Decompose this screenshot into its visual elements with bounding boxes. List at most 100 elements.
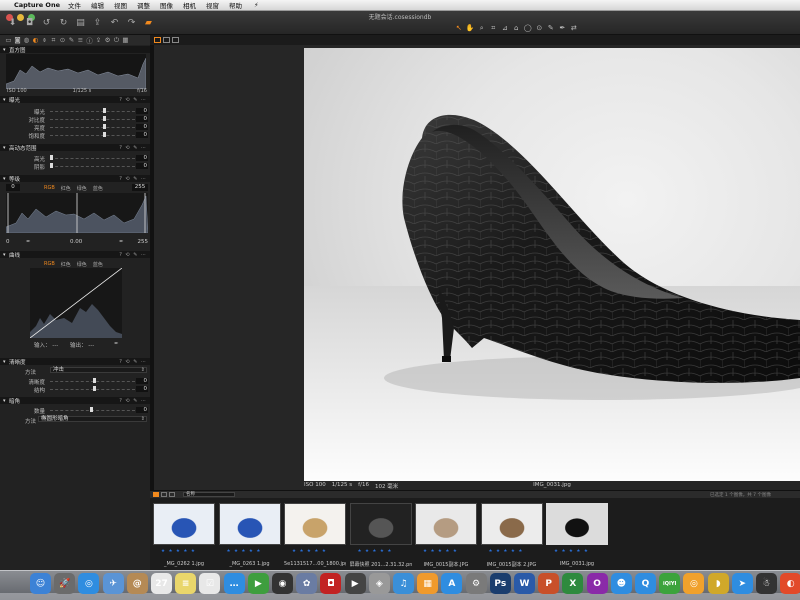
rating-stars[interactable]: ★ ★ ★ ★ ★ bbox=[423, 549, 458, 554]
word-icon[interactable]: W bbox=[514, 573, 535, 594]
ibooks-icon[interactable]: ▦ bbox=[417, 573, 439, 594]
browser-grid-icon[interactable] bbox=[153, 492, 159, 497]
slider-value[interactable]: 0 bbox=[136, 163, 148, 169]
safari-icon[interactable]: ◎ bbox=[78, 573, 100, 594]
curve-picker-icon[interactable]: ✒ bbox=[114, 341, 119, 347]
videoplayer-icon[interactable]: ▶ bbox=[344, 573, 366, 594]
thumbnail-image[interactable] bbox=[153, 503, 215, 545]
penguin-icon[interactable]: ☃ bbox=[756, 573, 777, 594]
appstore-icon[interactable]: A bbox=[441, 573, 463, 594]
rating-stars[interactable]: ★ ★ ★ ★ ★ bbox=[554, 549, 589, 554]
powerpoint-icon[interactable]: P bbox=[538, 573, 560, 594]
slider-knob[interactable] bbox=[90, 407, 93, 412]
thumbnail[interactable]: ★ ★ ★ ★ ★ _MG_0262 1.jpg bbox=[153, 503, 215, 567]
wb-picker-icon[interactable]: ✒ bbox=[557, 24, 569, 33]
import-folder-icon[interactable]: ▤ bbox=[72, 18, 89, 28]
hdr-slider-0[interactable]: 高光 0 bbox=[8, 155, 148, 163]
exposure-slider-3[interactable]: 饱和度 0 bbox=[8, 132, 148, 140]
slider-value[interactable]: 0 bbox=[136, 378, 148, 384]
slider-knob[interactable] bbox=[50, 155, 53, 160]
contacts-icon[interactable]: @ bbox=[126, 573, 148, 594]
rating-stars[interactable]: ★ ★ ★ ★ ★ bbox=[227, 549, 262, 554]
slider-value[interactable]: 0 bbox=[136, 155, 148, 161]
curve-tab-green[interactable]: 绿色 bbox=[77, 261, 87, 268]
keystone-icon[interactable]: ⌂ bbox=[511, 24, 523, 33]
rotate-right-icon[interactable]: ↻ bbox=[55, 18, 72, 28]
custom-tab-icon[interactable]: ▦ bbox=[121, 36, 130, 44]
levels-tab-rgb[interactable]: RGB bbox=[44, 185, 55, 192]
exposure-slider-1[interactable]: 对比度 0 bbox=[8, 116, 148, 124]
clarity-header[interactable]: ▾ 清晰度? ⟲ ✎ ⋯ bbox=[0, 358, 150, 366]
vignette-amount-value[interactable]: 0 bbox=[136, 407, 148, 413]
lens-tab-icon[interactable]: ⌽ bbox=[40, 36, 49, 45]
slider-knob[interactable] bbox=[102, 116, 106, 121]
metadata-tab-icon[interactable]: ⓘ bbox=[85, 35, 94, 45]
single-view-icon[interactable] bbox=[172, 37, 179, 43]
levels-tab-blue[interactable]: 蓝色 bbox=[93, 185, 103, 192]
vignette-method-select[interactable]: 椭圆形暗角 bbox=[38, 416, 147, 422]
slider-knob[interactable] bbox=[102, 124, 106, 129]
slider-value[interactable]: 0 bbox=[136, 124, 148, 130]
levels-tab-red[interactable]: 红色 bbox=[61, 185, 71, 192]
sort-select[interactable]: 名称 bbox=[183, 492, 235, 497]
composition-tab-icon[interactable]: ⌗ bbox=[49, 36, 58, 45]
crop-icon[interactable]: ⌗ bbox=[488, 24, 500, 33]
excel-icon[interactable]: X bbox=[562, 573, 584, 594]
bird-icon[interactable]: ◗ bbox=[707, 573, 729, 594]
photobooth-icon[interactable]: ◉ bbox=[272, 573, 293, 594]
levels-white-picker-icon[interactable]: ✒ bbox=[119, 239, 124, 245]
batch-tab-icon[interactable]: ⚙ bbox=[103, 36, 112, 44]
thumbnail-image[interactable] bbox=[415, 503, 477, 545]
slider-knob[interactable] bbox=[102, 108, 106, 113]
slider-knob[interactable] bbox=[92, 378, 96, 383]
exposure-tab-icon[interactable]: ◐ bbox=[31, 36, 40, 44]
thumbnail[interactable]: ★ ★ ★ ★ ★ IMG_0015副本.JPG bbox=[415, 503, 477, 568]
levels-right-input[interactable]: 255 bbox=[132, 184, 148, 191]
rating-stars[interactable]: ★ ★ ★ ★ ★ bbox=[358, 549, 393, 554]
systemprefs-icon[interactable]: ⚙ bbox=[465, 573, 487, 594]
pan-icon[interactable]: ✋ bbox=[465, 24, 477, 33]
curve-graph[interactable] bbox=[30, 268, 122, 338]
curve-header[interactable]: ▾ 曲线? ⟲ ✎ ⋯ bbox=[0, 251, 150, 259]
slider-value[interactable]: 0 bbox=[136, 116, 148, 122]
slider-value[interactable]: 0 bbox=[136, 108, 148, 114]
clarity-slider-1[interactable]: 结构 0 bbox=[8, 386, 148, 394]
import-icon[interactable]: ⬇ bbox=[4, 18, 21, 28]
hdr-slider-1[interactable]: 阴影 0 bbox=[8, 163, 148, 171]
slider-knob[interactable] bbox=[102, 132, 106, 137]
spot-icon[interactable]: ⊙ bbox=[534, 24, 546, 33]
thumbnail-image[interactable] bbox=[349, 503, 412, 545]
thumbnail[interactable]: ★ ★ ★ ★ ★ IMG_0031.jpg bbox=[546, 503, 608, 567]
exposure-header[interactable]: ▾ 曝光? ⟲ ✎ ⋯ bbox=[0, 96, 150, 104]
status-bolt-icon[interactable]: ⚡ bbox=[254, 1, 259, 9]
levels-mid-value[interactable]: 0.00 bbox=[70, 239, 82, 245]
hdr-header[interactable]: ▾ 高动态范围? ⟲ ✎ ⋯ bbox=[0, 144, 150, 152]
send-icon[interactable]: ➤ bbox=[731, 573, 753, 594]
photos-icon[interactable]: ✿ bbox=[296, 573, 318, 594]
rotate-left-icon[interactable]: ↺ bbox=[38, 18, 55, 28]
captureone-icon[interactable]: ◘ bbox=[320, 573, 342, 594]
slider-knob[interactable] bbox=[50, 163, 53, 168]
player-icon[interactable]: ◎ bbox=[683, 573, 705, 594]
vignette-header[interactable]: ▾ 暗角? ⟲ ✎ ⋯ bbox=[0, 397, 150, 405]
mail-icon[interactable]: ✈ bbox=[102, 573, 124, 594]
browser-icon[interactable]: ◐ bbox=[780, 573, 800, 594]
local-tab-icon[interactable]: ✎ bbox=[67, 36, 76, 44]
thumbnail[interactable]: ★ ★ ★ ★ ★ _MG_0263 1.jpg bbox=[218, 503, 281, 567]
rating-stars[interactable]: ★ ★ ★ ★ ★ bbox=[292, 549, 327, 554]
clarity-method-select[interactable]: 冲击 bbox=[50, 367, 147, 373]
undo-icon[interactable]: ↶ bbox=[106, 18, 123, 28]
output-tab-icon[interactable]: ⇪ bbox=[94, 36, 103, 44]
rating-stars[interactable]: ★ ★ ★ ★ ★ bbox=[161, 549, 196, 554]
capture-tab-icon[interactable]: ◙ bbox=[13, 36, 22, 44]
viewer-photo[interactable] bbox=[304, 48, 800, 481]
notes-icon[interactable]: ≡ bbox=[175, 573, 197, 594]
reminders-icon[interactable]: ☑ bbox=[199, 573, 221, 594]
levels-header[interactable]: ▾ 等级? ⟲ ✎ ⋯ bbox=[0, 175, 150, 183]
menu-edit[interactable]: 编辑 bbox=[91, 0, 104, 10]
thumbnail[interactable]: ★ ★ ★ ★ ★ 5e1131517...00_1800.jpg bbox=[284, 503, 346, 567]
details-tab-icon[interactable]: ⊙ bbox=[58, 36, 67, 44]
rating-stars[interactable]: ★ ★ ★ ★ ★ bbox=[489, 549, 524, 554]
thumbnail-image[interactable] bbox=[284, 503, 346, 545]
recipe-icon[interactable]: ▰ bbox=[140, 18, 157, 28]
